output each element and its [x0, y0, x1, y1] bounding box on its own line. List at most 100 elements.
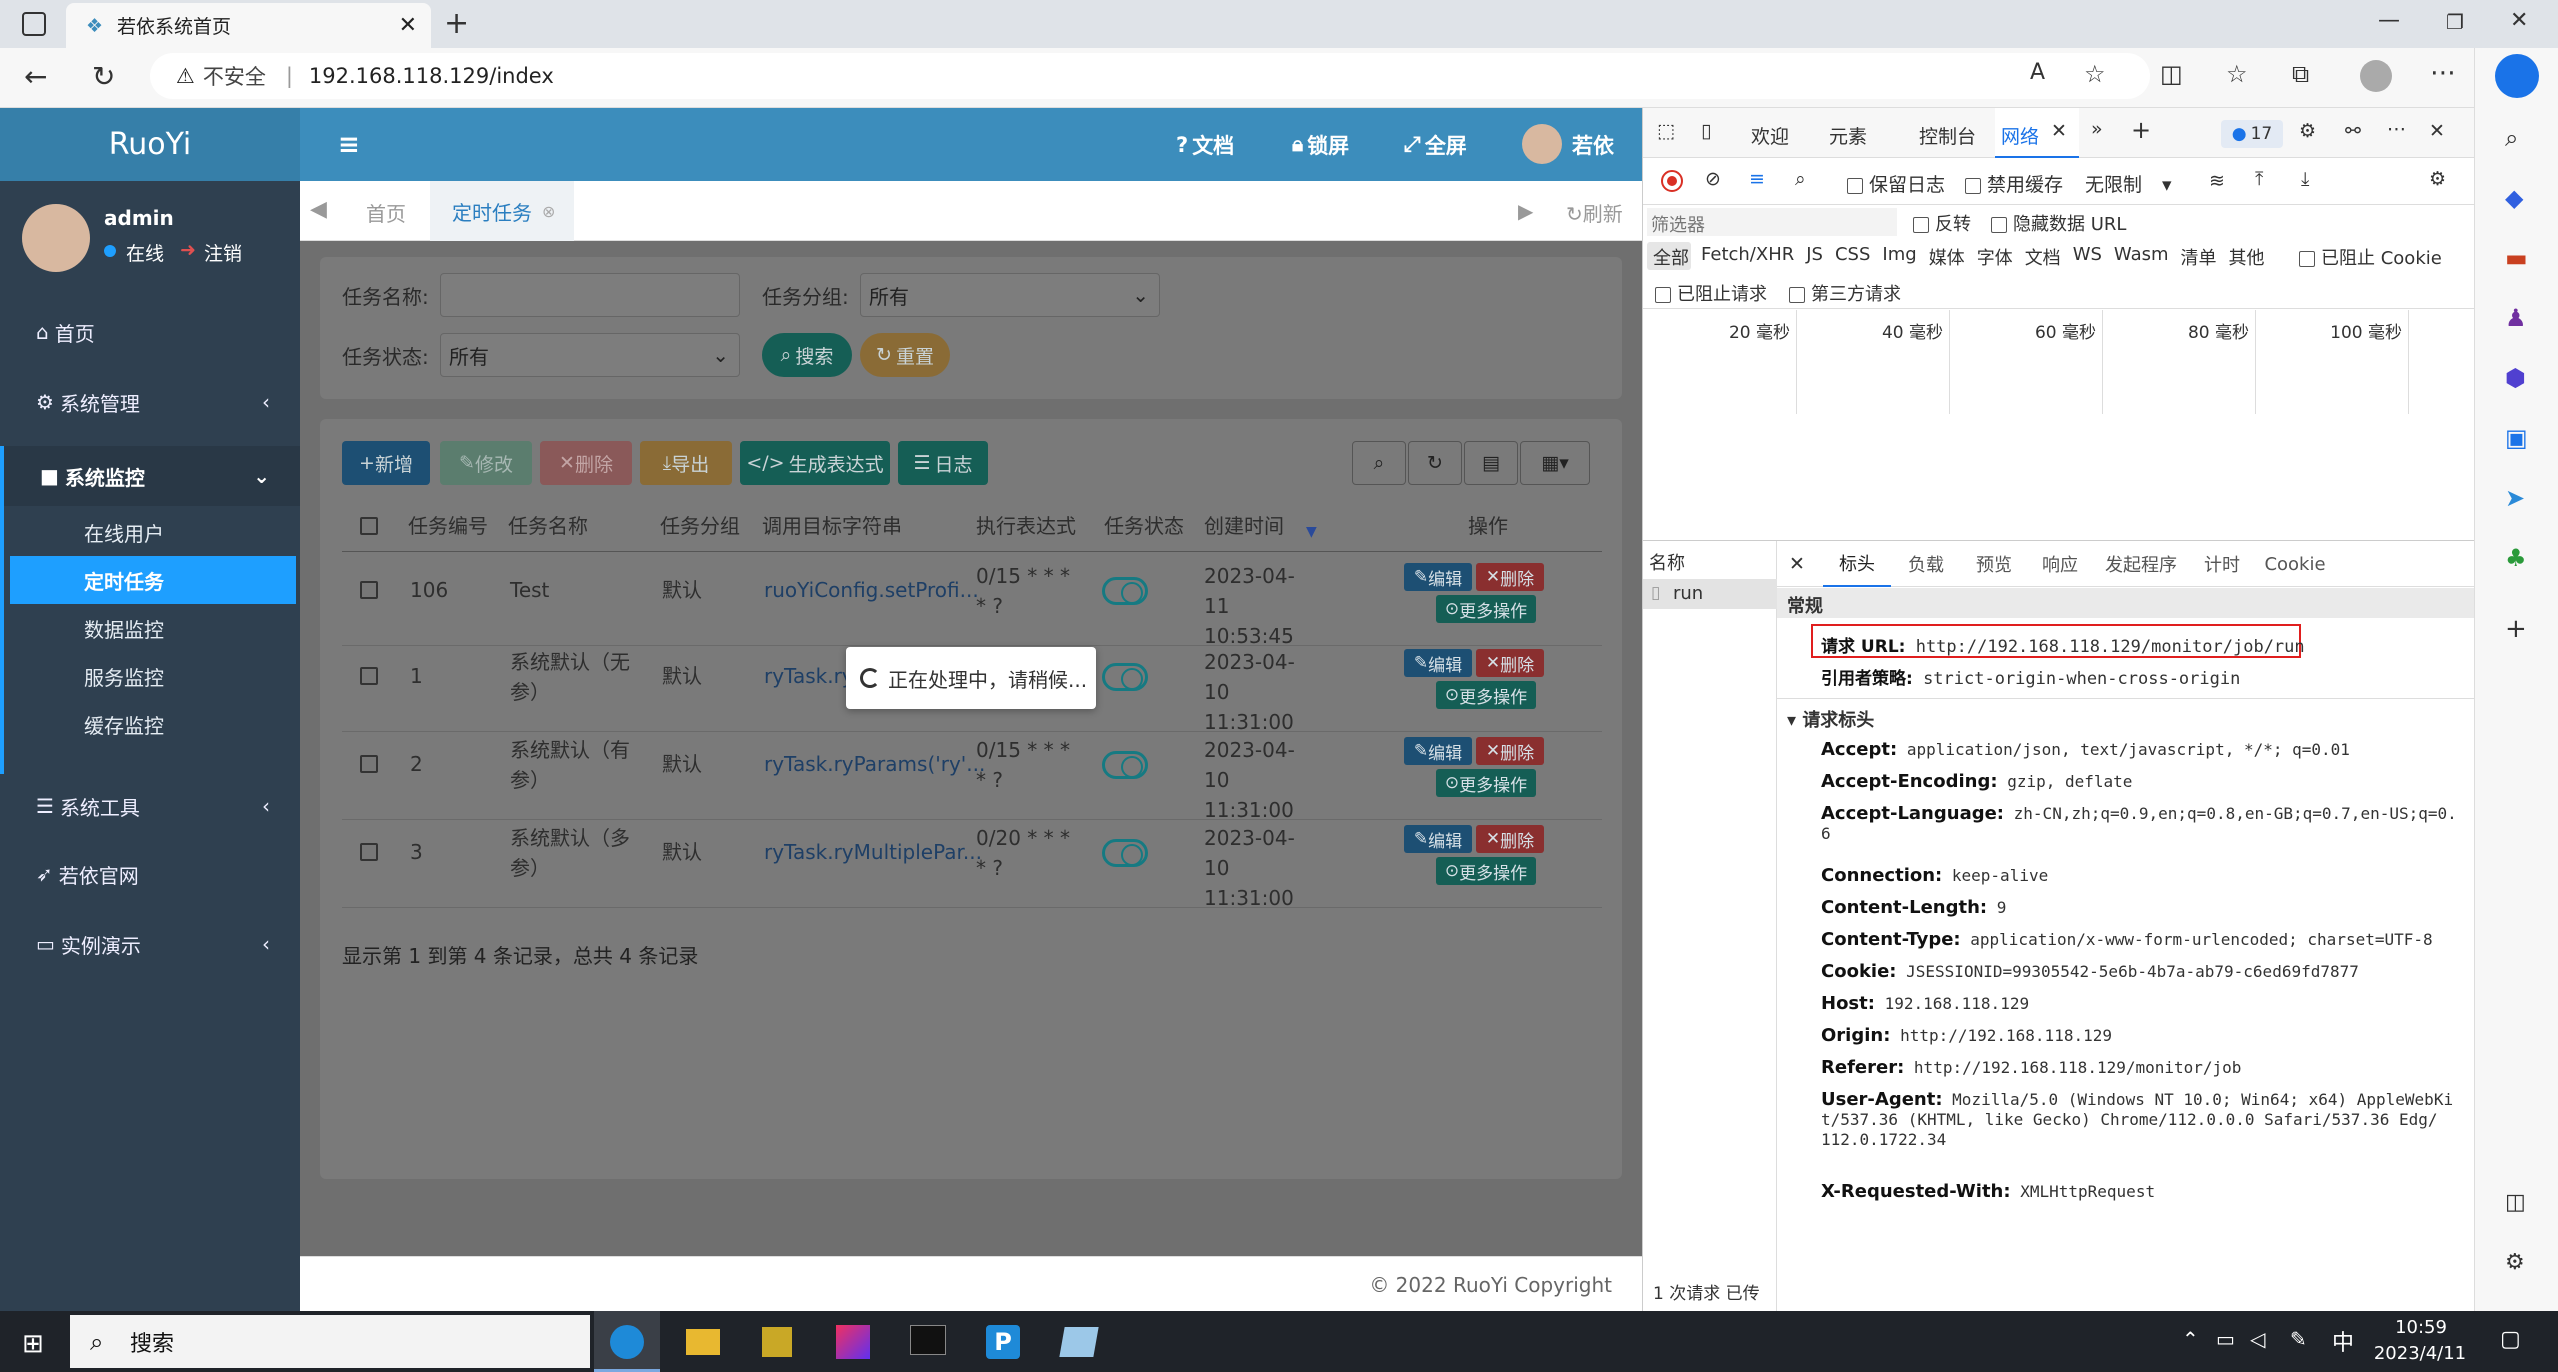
- type-filter-10[interactable]: 清单: [2181, 244, 2217, 270]
- more-icon[interactable]: ⋯: [2387, 118, 2406, 140]
- close-tab-icon[interactable]: ✕: [399, 13, 417, 38]
- blocked-cookies-checkbox[interactable]: 已阻止 Cookie: [2299, 244, 2442, 270]
- row-more-button[interactable]: ⊙ 更多操作: [1436, 769, 1536, 797]
- type-filter-8[interactable]: WS: [2073, 244, 2102, 270]
- submenu-online-users[interactable]: 在线用户: [10, 508, 296, 556]
- type-filter-7[interactable]: 文档: [2025, 244, 2061, 270]
- row-checkbox[interactable]: [360, 843, 378, 861]
- sidebar-layout-icon[interactable]: ◫: [2505, 1190, 2526, 1215]
- row-checkbox[interactable]: [360, 755, 378, 773]
- search-icon[interactable]: ⌕: [2505, 124, 2518, 152]
- job-status-toggle[interactable]: [1102, 663, 1148, 691]
- connect-icon[interactable]: ⚯: [2345, 120, 2361, 142]
- close-window-icon[interactable]: ✕: [2510, 8, 2528, 33]
- type-filter-4[interactable]: Img: [1882, 244, 1916, 270]
- devtools-tab-welcome[interactable]: 欢迎: [1751, 122, 1789, 149]
- submenu-data-monitor[interactable]: 数据监控: [10, 604, 296, 652]
- search-button[interactable]: ⌕ 搜索: [762, 333, 852, 377]
- row-more-button[interactable]: ⊙ 更多操作: [1436, 681, 1536, 709]
- menu-ruoyi-site[interactable]: ➶ 若依官网: [0, 842, 300, 906]
- search-icon[interactable]: ⌕: [1795, 168, 1806, 190]
- inspect-icon[interactable]: ⬚: [1657, 120, 1675, 142]
- pen-icon[interactable]: ✎: [2290, 1327, 2307, 1351]
- header-avatar[interactable]: [1522, 124, 1562, 164]
- type-filter-11[interactable]: 其他: [2229, 244, 2265, 270]
- profile-avatar[interactable]: [2360, 60, 2392, 92]
- detail-tab-5[interactable]: 计时: [2189, 541, 2255, 587]
- reset-button[interactable]: ↻ 重置: [860, 333, 950, 377]
- row-edit-button[interactable]: ✎ 编辑: [1404, 737, 1472, 765]
- refresh-tab[interactable]: ↻刷新: [1566, 198, 1623, 227]
- submenu-cache-monitor[interactable]: 缓存监控: [10, 700, 296, 748]
- logout-link[interactable]: 注销: [204, 239, 242, 266]
- network-settings-icon[interactable]: ⚙: [2429, 168, 2446, 190]
- terminal-icon[interactable]: [910, 1325, 946, 1355]
- row-edit-button[interactable]: ✎ 编辑: [1404, 563, 1472, 591]
- row-delete-button[interactable]: ✕ 删除: [1476, 649, 1544, 677]
- sort-desc-icon[interactable]: ▼: [1306, 517, 1317, 547]
- close-icon[interactable]: ⊗: [542, 202, 555, 221]
- job-status-toggle[interactable]: [1102, 839, 1148, 867]
- clock-date[interactable]: 2023/4/11: [2370, 1343, 2470, 1364]
- timeline-overview[interactable]: 20 毫秒 40 毫秒 60 毫秒 80 毫秒 100 毫秒: [1643, 310, 2475, 540]
- job-group-select[interactable]: 所有 ⌄: [860, 273, 1160, 317]
- minimize-icon[interactable]: —: [2378, 8, 2400, 33]
- row-delete-button[interactable]: ✕ 删除: [1476, 825, 1544, 853]
- fullscreen-link[interactable]: ⤢ 全屏: [1404, 108, 1467, 181]
- p-app-icon[interactable]: P: [986, 1325, 1020, 1359]
- col-header[interactable]: 执行表达式: [976, 511, 1076, 541]
- favorites-icon[interactable]: ☆: [2226, 60, 2248, 88]
- office-icon[interactable]: ⬢: [2505, 364, 2526, 392]
- menu-system-manage[interactable]: ⚙ 系统管理 ‹: [0, 378, 300, 426]
- job-status-toggle[interactable]: [1102, 751, 1148, 779]
- job-target-link[interactable]: ryTask.ryParams('ry'...: [764, 749, 985, 779]
- type-filter-1[interactable]: Fetch/XHR: [1701, 244, 1794, 270]
- send-icon[interactable]: ➤: [2505, 484, 2525, 512]
- job-status-toggle[interactable]: [1102, 577, 1148, 605]
- docs-link[interactable]: ? 文档: [1176, 108, 1234, 181]
- col-header[interactable]: 任务编号: [408, 511, 488, 541]
- restore-icon[interactable]: ❐: [2446, 10, 2464, 34]
- logout-icon[interactable]: ➜: [180, 239, 196, 261]
- request-url-row[interactable]: 请求 URL: http://192.168.118.129/monitor/j…: [1821, 632, 2305, 657]
- row-edit-button[interactable]: ✎ 编辑: [1404, 825, 1472, 853]
- export-button[interactable]: ⤓ 导出: [640, 441, 732, 485]
- detail-tab-6[interactable]: Cookie: [2255, 541, 2335, 587]
- more-tabs-icon[interactable]: »: [2091, 118, 2103, 140]
- request-headers-title[interactable]: ▾ 请求标头: [1787, 706, 1874, 732]
- detail-tab-1[interactable]: 负载: [1891, 541, 1961, 587]
- menu-toggle-icon[interactable]: ≡: [338, 108, 360, 181]
- add-tab-icon[interactable]: +: [2131, 116, 2151, 144]
- row-more-button[interactable]: ⊙ 更多操作: [1436, 595, 1536, 623]
- detail-tab-0[interactable]: 标头: [1823, 541, 1891, 587]
- download-icon[interactable]: ⤓: [2301, 168, 2309, 190]
- header-username[interactable]: 若依: [1572, 108, 1614, 181]
- close-devtools-icon[interactable]: ✕: [2429, 120, 2445, 142]
- reload-icon[interactable]: ↻: [92, 60, 115, 93]
- games-icon[interactable]: ♟: [2505, 304, 2527, 332]
- issues-badge[interactable]: ● 17: [2221, 120, 2283, 148]
- tab-scheduled-jobs[interactable]: 定时任务 ⊗: [430, 181, 574, 241]
- device-toolbar-icon[interactable]: ▯: [1701, 120, 1711, 142]
- devtools-tab-elements[interactable]: 元素: [1829, 122, 1867, 149]
- row-edit-button[interactable]: ✎ 编辑: [1404, 649, 1472, 677]
- menu-demo[interactable]: ▭ 实例演示 ‹: [0, 912, 300, 976]
- split-screen-icon[interactable]: ◫: [2160, 60, 2183, 88]
- log-button[interactable]: ☰ 日志: [898, 441, 988, 485]
- tabs-next-icon[interactable]: ▶: [1518, 199, 1533, 223]
- tabs-prev-icon[interactable]: ◀: [310, 197, 327, 222]
- row-delete-button[interactable]: ✕ 删除: [1476, 737, 1544, 765]
- submenu-scheduled-jobs[interactable]: 定时任务: [10, 556, 296, 604]
- lock-screen-link[interactable]: 🔒︎ 锁屏: [1292, 108, 1349, 181]
- col-header[interactable]: 创建时间: [1204, 511, 1284, 541]
- invert-checkbox[interactable]: 反转: [1913, 210, 1971, 236]
- hide-data-url-checkbox[interactable]: 隐藏数据 URL: [1991, 210, 2126, 236]
- taskbar-search[interactable]: ⌕ 搜索: [70, 1315, 590, 1368]
- edit-button[interactable]: ✎ 修改: [440, 441, 532, 485]
- collections-icon[interactable]: ⧉: [2292, 60, 2309, 88]
- settings-icon[interactable]: ⚙: [2299, 120, 2316, 142]
- type-filter-9[interactable]: Wasm: [2114, 244, 2169, 270]
- general-section-header[interactable]: 常规: [1777, 588, 2475, 618]
- workspaces-icon[interactable]: [22, 12, 46, 36]
- row-checkbox[interactable]: [360, 667, 378, 685]
